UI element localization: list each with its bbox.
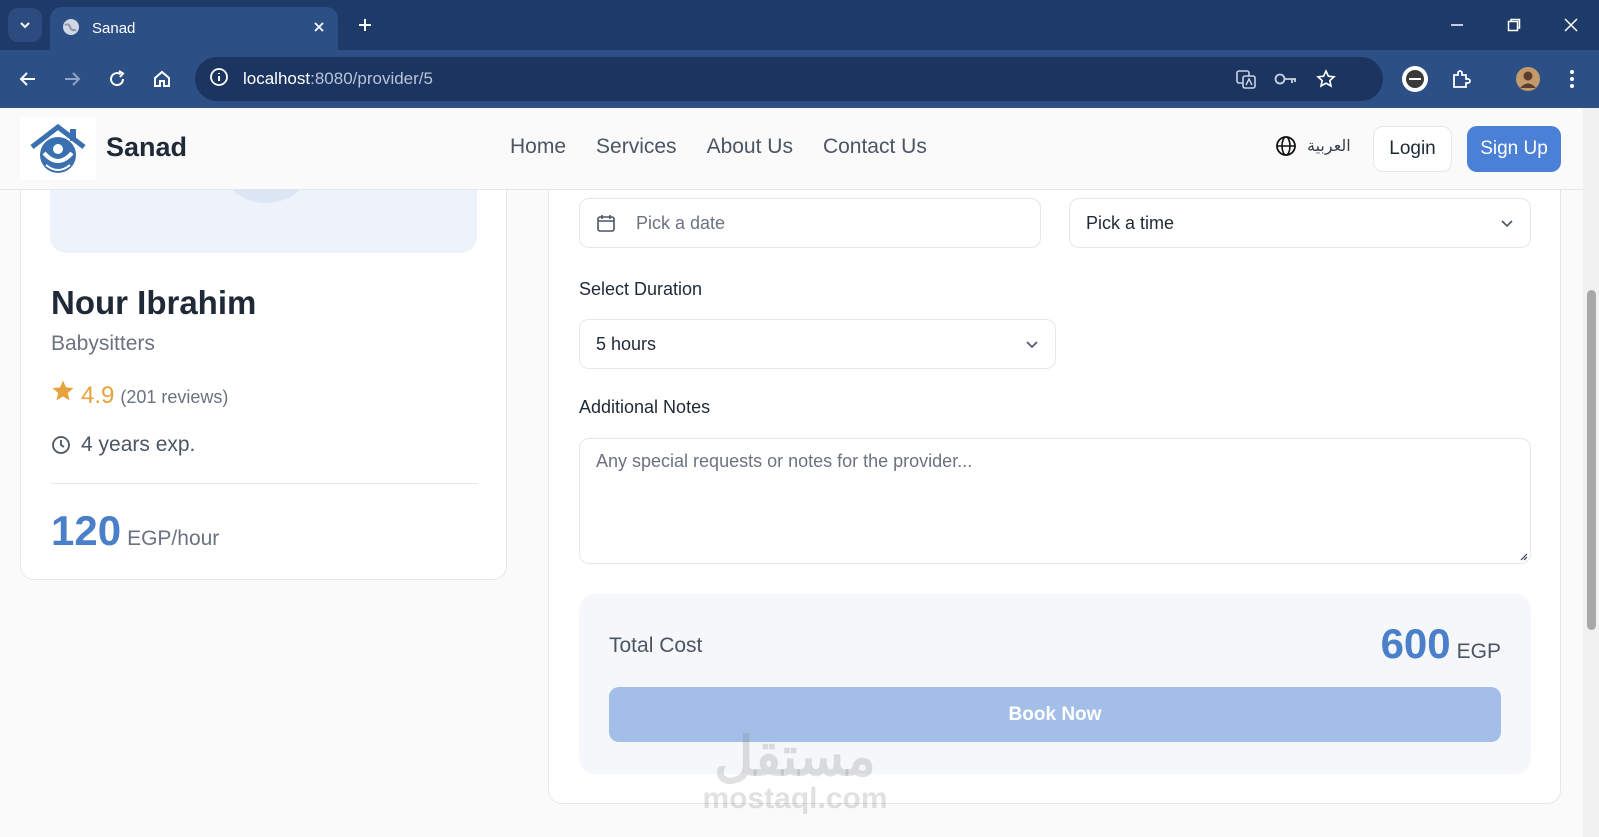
home-button[interactable] — [148, 65, 176, 93]
browser-menu-button[interactable] — [1558, 65, 1586, 93]
forward-button[interactable] — [58, 65, 86, 93]
extensions-button[interactable] — [1447, 65, 1475, 93]
url-path: :8080/provider/5 — [310, 69, 433, 88]
provider-price: 120 EGP/hour — [51, 507, 219, 555]
browser-tab-bar: Sanad — [0, 0, 1599, 50]
plus-icon — [359, 19, 371, 31]
notes-placeholder: Any special requests or notes for the pr… — [596, 451, 973, 471]
arrow-right-icon — [65, 72, 81, 86]
site-info-icon[interactable] — [209, 67, 229, 92]
date-placeholder: Pick a date — [636, 212, 726, 233]
close-icon — [1564, 18, 1578, 32]
nav-about-us[interactable]: About Us — [707, 135, 793, 159]
arrow-left-icon — [19, 72, 35, 86]
total-cost-amount: 600 EGP — [1381, 620, 1501, 668]
restore-button[interactable] — [1501, 12, 1527, 38]
home-icon — [154, 70, 170, 87]
rating-score: 4.9 — [81, 382, 115, 409]
notes-label: Additional Notes — [579, 397, 711, 417]
review-count: (201 reviews) — [120, 387, 229, 407]
book-now-button[interactable]: Book Now — [609, 687, 1501, 742]
booking-form: Pick a date Pick a time Select Duration … — [548, 150, 1561, 804]
globe-icon — [62, 18, 80, 40]
provider-experience: 4 years exp. — [51, 433, 195, 457]
browser-tab[interactable]: Sanad — [50, 7, 338, 50]
chevron-down-icon — [1026, 341, 1038, 349]
provider-name: Nour Ibrahim — [51, 284, 257, 321]
extension-badge-icon — [1402, 66, 1428, 92]
tab-title: Sanad — [92, 20, 136, 37]
provider-rating: 4.9 (201 reviews) — [51, 379, 228, 410]
minimize-button[interactable] — [1444, 12, 1470, 38]
date-picker[interactable]: Pick a date — [579, 198, 1041, 248]
site-logo[interactable] — [20, 118, 96, 180]
login-button[interactable]: Login — [1373, 126, 1452, 172]
scrollbar-thumb[interactable] — [1587, 290, 1596, 630]
price-amount: 120 — [51, 507, 122, 554]
card-divider — [51, 483, 478, 484]
nav-services[interactable]: Services — [596, 135, 677, 159]
total-currency: EGP — [1456, 640, 1501, 663]
time-select[interactable]: Pick a time — [1069, 198, 1531, 248]
total-cost-panel: Total Cost 600 EGP Book Now — [579, 594, 1531, 774]
reload-icon — [110, 70, 125, 87]
password-key-icon[interactable] — [1272, 65, 1300, 93]
duration-value: 5 hours — [596, 333, 657, 354]
time-value: Pick a time — [1086, 212, 1175, 233]
url-host: localhost — [243, 69, 311, 88]
signup-button[interactable]: Sign Up — [1467, 126, 1561, 172]
kebab-menu-icon — [1570, 70, 1574, 88]
restore-icon — [1507, 18, 1521, 32]
extension-profile-button[interactable] — [1401, 65, 1429, 93]
main-nav: Home Services About Us Contact Us — [510, 135, 927, 159]
globe-icon — [1276, 136, 1296, 156]
reload-button[interactable] — [103, 65, 131, 93]
address-bar[interactable]: localhost:8080/provider/5 — [195, 57, 1383, 101]
nav-home[interactable]: Home — [510, 135, 566, 159]
calendar-icon — [597, 215, 615, 232]
chevron-down-icon — [1501, 220, 1513, 228]
avatar-icon — [1516, 67, 1540, 91]
experience-text: 4 years exp. — [81, 433, 196, 456]
close-tab-icon[interactable] — [312, 20, 326, 38]
new-tab-button[interactable] — [352, 12, 378, 38]
total-amount-value: 600 — [1380, 620, 1451, 667]
total-cost-label: Total Cost — [609, 634, 703, 657]
chevron-down-icon — [20, 22, 30, 29]
minimize-icon — [1451, 24, 1463, 26]
bookmark-star-icon[interactable] — [1312, 65, 1340, 93]
provider-card: Nour Ibrahim Babysitters 4.9 (201 review… — [20, 150, 507, 580]
star-icon — [52, 380, 74, 401]
provider-category: Babysitters — [51, 332, 155, 355]
resize-grip-icon[interactable] — [1518, 551, 1528, 561]
notes-textarea[interactable]: Any special requests or notes for the pr… — [579, 438, 1531, 564]
browser-toolbar: localhost:8080/provider/5 — [0, 50, 1599, 108]
url-text: localhost:8080/provider/5 — [243, 69, 433, 89]
price-unit: EGP/hour — [127, 527, 220, 550]
brand-name[interactable]: Sanad — [106, 132, 187, 163]
duration-select[interactable]: 5 hours — [579, 319, 1056, 369]
profile-avatar-button[interactable] — [1514, 65, 1542, 93]
language-label: العربية — [1307, 138, 1351, 155]
back-button[interactable] — [14, 65, 42, 93]
nav-contact-us[interactable]: Contact Us — [823, 135, 927, 159]
close-window-button[interactable] — [1558, 12, 1584, 38]
translate-icon[interactable] — [1232, 65, 1260, 93]
clock-icon — [52, 436, 70, 454]
site-header: Sanad Home Services About Us Contact Us … — [0, 108, 1583, 190]
puzzle-icon — [1453, 70, 1471, 88]
language-switcher[interactable]: العربية — [1275, 135, 1351, 157]
logo-house-icon — [30, 123, 86, 173]
tab-search-button[interactable] — [8, 8, 42, 42]
duration-label: Select Duration — [579, 279, 703, 299]
